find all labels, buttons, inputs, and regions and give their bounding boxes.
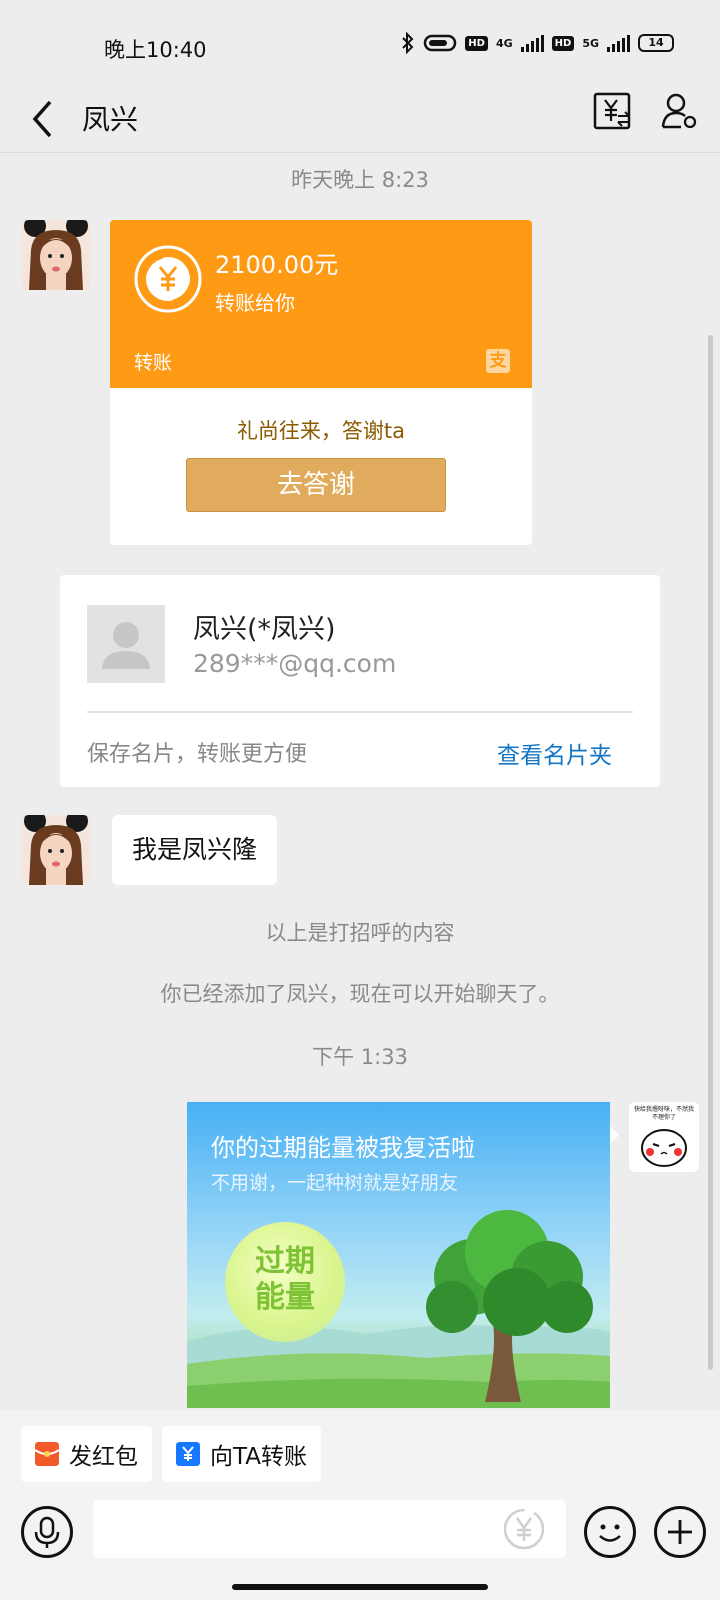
bubble-tail — [610, 1126, 619, 1144]
system-message: 以上是打招呼的内容 — [265, 921, 455, 945]
message-input[interactable] — [93, 1500, 566, 1558]
scrollbar[interactable] — [708, 335, 713, 1370]
bluetooth-icon — [402, 32, 414, 54]
divider — [87, 711, 633, 713]
status-bar: 晚上10:40 HD 4G HD 5G 14 — [0, 0, 720, 90]
transfer-to-button[interactable]: 向TA转账 — [162, 1426, 321, 1482]
alipay-icon: 支 — [486, 349, 510, 373]
avatar[interactable] — [21, 220, 91, 290]
network-type: 4G — [495, 36, 513, 50]
default-avatar-icon — [87, 605, 165, 683]
yen-icon[interactable] — [501, 1506, 547, 1552]
quick-actions-bar: 发红包 向TA转账 — [0, 1410, 720, 1496]
system-message: 你已经添加了凤兴，现在可以开始聊天了。 — [160, 982, 560, 1006]
smile-icon — [599, 1524, 621, 1542]
status-time: 晚上10:40 — [104, 38, 207, 62]
view-card-folder-link[interactable]: 查看名片夹 — [497, 736, 612, 770]
plus-icon — [668, 1520, 692, 1544]
sticker-face-icon — [641, 1129, 687, 1167]
hd-badge: HD — [465, 35, 488, 51]
microphone-icon — [34, 1516, 60, 1548]
transfer-to-label: 向TA转账 — [210, 1444, 307, 1470]
transfer-yen-icon — [176, 1442, 200, 1466]
voice-button[interactable] — [21, 1506, 73, 1558]
thank-button[interactable]: 去答谢 — [186, 458, 446, 512]
energy-title: 你的过期能量被我复活啦 — [211, 1134, 475, 1162]
transfer-note: 礼尚往来，答谢ta — [236, 419, 406, 443]
orb-line: 过期 — [255, 1244, 315, 1279]
red-packet-icon — [35, 1442, 59, 1466]
transfer-card-header: 2100.00元 转账给你 转账 支 — [110, 220, 532, 388]
back-arrow-icon[interactable] — [28, 96, 58, 142]
red-packet-label: 发红包 — [69, 1444, 138, 1470]
contact-name: 凤兴(*凤兴) — [193, 614, 336, 645]
contact-email: 289***@qq.com — [193, 649, 397, 678]
contact-card[interactable]: 凤兴(*凤兴) 289***@qq.com 保存名片，转账更方便 查看名片夹 — [60, 575, 660, 787]
chat-title: 凤兴 — [82, 103, 139, 136]
energy-card[interactable]: 你的过期能量被我复活啦 不用谢，一起种树就是好朋友 过期 能量 — [187, 1102, 610, 1408]
signal-icon — [520, 34, 544, 52]
energy-subtitle: 不用谢，一起种树就是好朋友 — [211, 1172, 459, 1194]
header-divider — [0, 152, 720, 153]
avatar[interactable] — [21, 815, 91, 885]
transfer-description: 转账给你 — [215, 291, 295, 315]
message-bubble[interactable]: 我是凤兴隆 — [112, 815, 278, 885]
sticker-text: 快给我撸呀咪，不然我不理你了 — [633, 1106, 694, 1121]
transfer-icon[interactable] — [592, 91, 632, 131]
more-button[interactable] — [654, 1506, 706, 1558]
home-indicator[interactable] — [232, 1584, 488, 1590]
transfer-card[interactable]: 2100.00元 转账给你 转账 支 礼尚往来，答谢ta 去答谢 — [110, 220, 532, 545]
profile-icon[interactable] — [660, 91, 698, 131]
network-type: 5G — [582, 36, 599, 50]
vibrate-icon — [424, 34, 457, 52]
hd-badge: HD — [551, 35, 575, 51]
status-icons: HD 4G HD 5G 14 — [401, 32, 674, 54]
timestamp: 下午 1:33 — [312, 1045, 408, 1069]
timestamp: 昨天晚上 8:23 — [291, 168, 429, 192]
transfer-amount: 2100.00元 — [215, 251, 339, 279]
battery-icon: 14 — [638, 34, 674, 52]
orb-line: 能量 — [255, 1280, 315, 1315]
transfer-coin-icon — [134, 245, 202, 313]
message-text-field[interactable] — [93, 1500, 566, 1558]
energy-orb: 过期 能量 — [225, 1222, 345, 1342]
red-packet-button[interactable]: 发红包 — [21, 1426, 152, 1482]
self-avatar[interactable]: 快给我撸呀咪，不然我不理你了 — [629, 1102, 699, 1172]
transfer-label: 转账 — [134, 352, 173, 374]
chat-header: 凤兴 — [0, 90, 720, 152]
signal-icon — [607, 34, 630, 52]
save-card-hint: 保存名片，转账更方便 — [87, 742, 308, 767]
emoji-button[interactable] — [584, 1506, 636, 1558]
